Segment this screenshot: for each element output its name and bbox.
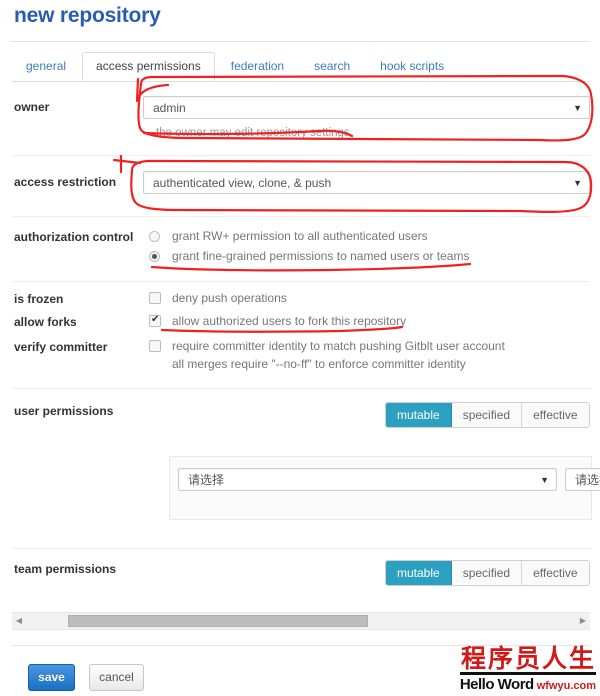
watermark-chinese: 程序员人生 xyxy=(459,644,596,675)
user-permissions-segment-effective[interactable]: effective xyxy=(522,403,589,427)
access-restriction-row: access restriction authenticated view, c… xyxy=(12,171,590,203)
authorization-control-label: authorization control xyxy=(14,230,134,244)
team-permissions-segment-effective[interactable]: effective xyxy=(522,561,589,585)
chevron-down-icon: ▼ xyxy=(573,178,582,188)
checkbox-deny-push-label[interactable]: deny push operations xyxy=(172,291,287,305)
user-permissions-segmented-control: mutable specified effective xyxy=(385,402,590,428)
chevron-down-icon: ▼ xyxy=(573,103,582,113)
scrollbar-thumb[interactable] xyxy=(68,615,368,627)
user-permissions-segment-mutable[interactable]: mutable xyxy=(386,403,452,427)
authorization-control-row: authorization control grant RW+ permissi… xyxy=(12,228,590,270)
tab-hook-scripts[interactable]: hook scripts xyxy=(366,52,458,80)
checkbox-verify-committer[interactable] xyxy=(149,340,161,352)
tab-search[interactable]: search xyxy=(300,52,364,80)
access-restriction-select[interactable]: authenticated view, clone, & push ▼ xyxy=(143,171,590,194)
watermark-english: Hello Word xyxy=(459,676,534,693)
user-permissions-label: user permissions xyxy=(14,404,114,418)
user-permissions-panel: 请选择 ▼ 请选择 xyxy=(169,456,600,520)
allow-forks-row: allow forks allow authorized users to fo… xyxy=(12,313,590,333)
user-permission-level-select[interactable]: 请选择 xyxy=(565,468,600,491)
user-permissions-row: user permissions mutable specified effec… xyxy=(12,402,590,428)
checkbox-deny-push[interactable] xyxy=(149,292,161,304)
divider-owner xyxy=(12,155,590,156)
team-permissions-segment-mutable[interactable]: mutable xyxy=(386,561,452,585)
radio-grant-fine-grained[interactable] xyxy=(149,251,160,262)
radio-grant-rw-all-label[interactable]: grant RW+ permission to all authenticate… xyxy=(172,229,428,243)
watermark-site: wfwyu.com xyxy=(536,680,596,692)
verify-committer-row: verify committer require committer ident… xyxy=(12,338,590,374)
divider-user-permissions xyxy=(12,548,590,549)
annotation-access-restriction-tick xyxy=(112,154,142,174)
tab-bar: general access permissions federation se… xyxy=(12,52,590,82)
owner-select[interactable]: admin ▼ xyxy=(143,96,590,119)
watermark-english-line: Hello Word wfwyu.com xyxy=(460,677,596,692)
radio-grant-rw-all[interactable] xyxy=(149,231,160,242)
cancel-button[interactable]: cancel xyxy=(89,664,144,691)
tab-access-permissions[interactable]: access permissions xyxy=(82,52,215,81)
team-permissions-segmented-control: mutable specified effective xyxy=(385,560,590,586)
team-permissions-segment-specified[interactable]: specified xyxy=(451,561,523,585)
title-divider xyxy=(10,41,590,42)
checkbox-verify-committer-label[interactable]: require committer identity to match push… xyxy=(172,339,505,353)
checkbox-allow-forks-label[interactable]: allow authorized users to fork this repo… xyxy=(172,314,406,328)
user-permissions-segment-specified[interactable]: specified xyxy=(451,403,523,427)
is-frozen-row: is frozen deny push operations xyxy=(12,290,590,310)
verify-committer-label: verify committer xyxy=(14,340,108,354)
user-permission-user-select[interactable]: 请选择 ▼ xyxy=(178,468,557,491)
horizontal-scrollbar[interactable]: ◀ ▶ xyxy=(12,612,590,630)
chevron-down-icon: ▼ xyxy=(540,475,549,485)
team-permissions-row: team permissions mutable specified effec… xyxy=(12,560,590,586)
allow-forks-label: allow forks xyxy=(14,315,77,329)
scroll-right-arrow-icon[interactable]: ▶ xyxy=(576,613,590,629)
divider-authorization-control xyxy=(12,281,590,282)
owner-label: owner xyxy=(14,100,50,114)
tab-federation[interactable]: federation xyxy=(217,52,298,80)
owner-select-value: admin xyxy=(153,101,186,115)
checkbox-allow-forks[interactable] xyxy=(149,313,161,327)
divider-verify-committer xyxy=(12,388,590,389)
save-button[interactable]: save xyxy=(28,664,75,691)
access-restriction-select-value: authenticated view, clone, & push xyxy=(153,176,332,190)
divider-access-restriction xyxy=(12,216,590,217)
tab-general[interactable]: general xyxy=(12,52,80,80)
watermark: 程序员人生 Hello Word wfwyu.com xyxy=(459,644,596,692)
verify-committer-note: all merges require "--no-ff" to enforce … xyxy=(172,357,466,371)
is-frozen-label: is frozen xyxy=(14,292,64,306)
access-restriction-label: access restriction xyxy=(14,175,117,189)
owner-hint: the owner may edit repository settings xyxy=(156,127,350,139)
user-permission-level-select-value: 请选择 xyxy=(575,473,600,487)
owner-row: owner admin ▼ the owner may edit reposit… xyxy=(12,96,590,146)
page-title: new repository xyxy=(14,4,161,27)
user-permission-user-select-value: 请选择 xyxy=(188,473,225,487)
team-permissions-label: team permissions xyxy=(14,562,117,576)
radio-grant-fine-grained-label[interactable]: grant fine-grained permissions to named … xyxy=(172,249,469,263)
scroll-left-arrow-icon[interactable]: ◀ xyxy=(12,613,26,629)
